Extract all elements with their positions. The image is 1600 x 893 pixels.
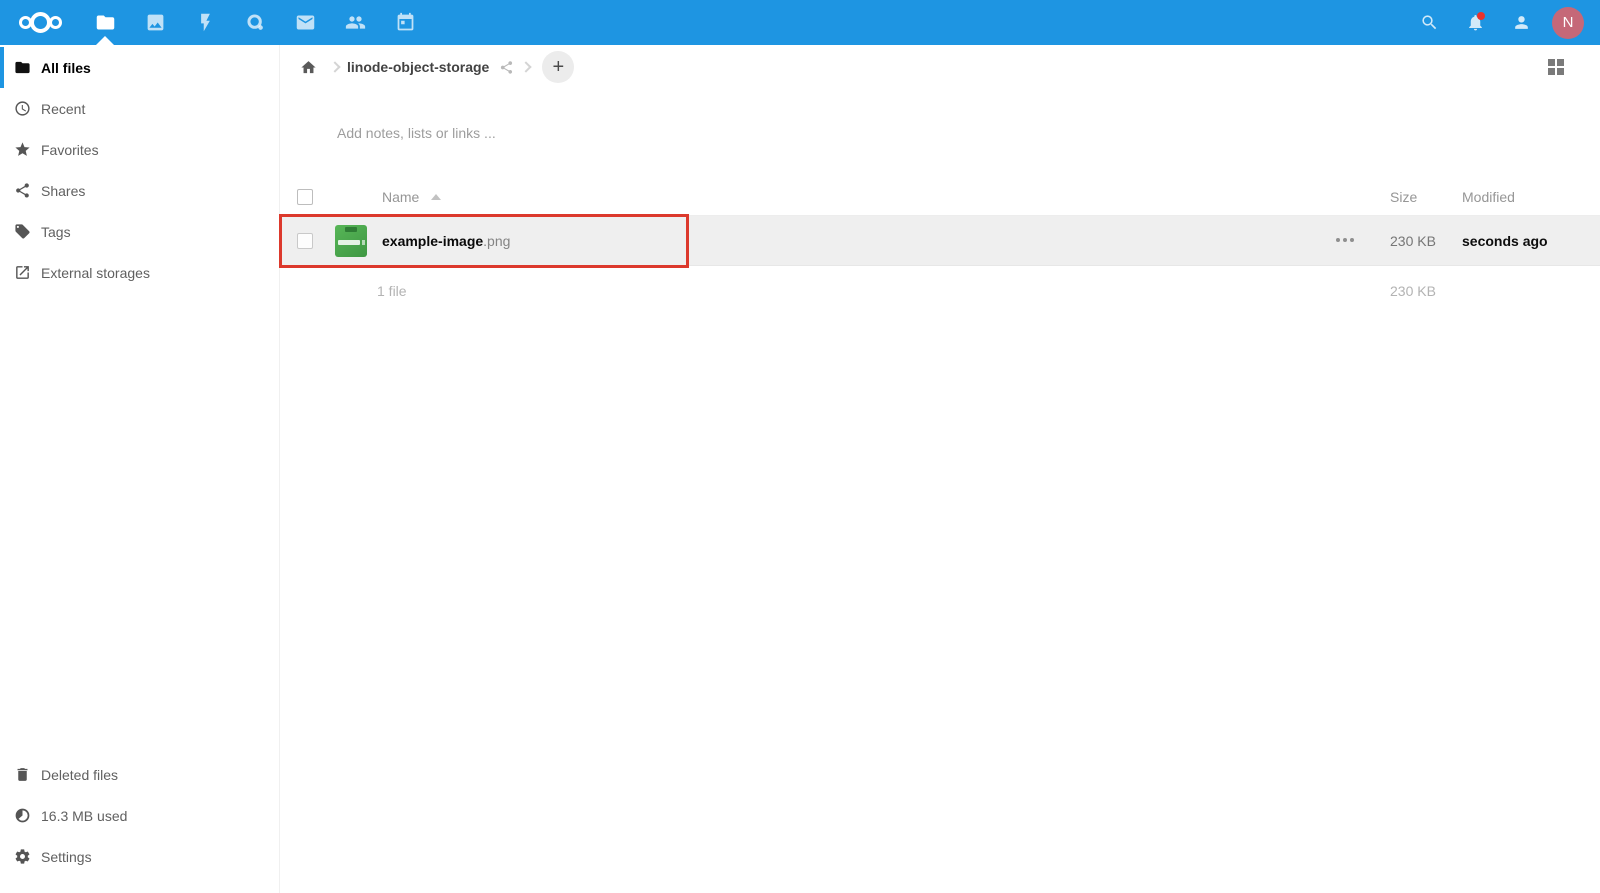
app-files[interactable] <box>80 0 130 45</box>
breadcrumb-home-button[interactable] <box>293 52 323 82</box>
photos-icon <box>145 12 166 33</box>
sidebar-item-label: Shares <box>41 183 85 199</box>
sidebar-item-quota[interactable]: 16.3 MB used <box>0 795 279 836</box>
sort-ascending-icon <box>431 194 441 200</box>
table-summary-row: 1 file 230 KB <box>280 266 1600 316</box>
top-bar: N <box>0 0 1600 45</box>
sidebar-item-label: Settings <box>41 849 92 865</box>
external-link-icon <box>14 264 31 281</box>
grid-square <box>1557 68 1564 75</box>
star-icon <box>14 141 31 158</box>
contacts-menu-button[interactable] <box>1498 0 1544 45</box>
logo-ring-center <box>30 12 51 33</box>
app-activity[interactable] <box>180 0 230 45</box>
file-modified: seconds ago <box>1450 233 1600 249</box>
sidebar-item-settings[interactable]: Settings <box>0 836 279 877</box>
sidebar-item-all-files[interactable]: All files <box>0 47 279 88</box>
folder-icon <box>95 12 116 33</box>
active-app-pointer <box>96 36 114 45</box>
sidebar-item-label: 16.3 MB used <box>41 808 127 824</box>
notifications-button[interactable] <box>1452 0 1498 45</box>
name-header-label: Name <box>382 189 419 205</box>
topbar-right: N <box>1406 0 1600 45</box>
file-size: 230 KB <box>1370 233 1450 249</box>
select-all-cell <box>280 189 335 205</box>
sidebar-item-shares[interactable]: Shares <box>0 170 279 211</box>
row-select-cell <box>280 233 335 249</box>
circle-q-icon <box>245 12 266 33</box>
sidebar-item-recent[interactable]: Recent <box>0 88 279 129</box>
sort-by-name[interactable]: Name <box>382 189 441 205</box>
breadcrumb-share-button[interactable] <box>499 60 514 75</box>
sidebar-item-label: All files <box>41 60 91 76</box>
breadcrumb: linode-object-storage + <box>280 45 1600 89</box>
chevron-right-icon <box>329 61 340 72</box>
app-photos[interactable] <box>130 0 180 45</box>
user-avatar[interactable]: N <box>1552 7 1584 39</box>
sidebar-item-label: Favorites <box>41 142 99 158</box>
table-header-row: Name Size Modified <box>280 178 1600 216</box>
tag-icon <box>14 223 31 240</box>
more-actions-button[interactable] <box>1332 232 1358 248</box>
search-button[interactable] <box>1406 0 1452 45</box>
file-count: 1 file <box>377 283 407 299</box>
envelope-icon <box>295 12 316 33</box>
sidebar-item-favorites[interactable]: Favorites <box>0 129 279 170</box>
new-file-button[interactable]: + <box>542 51 574 83</box>
sidebar-item-tags[interactable]: Tags <box>0 211 279 252</box>
sidebar-item-external-storages[interactable]: External storages <box>0 252 279 293</box>
thumbnail-detail <box>345 227 357 232</box>
file-extension: .png <box>483 233 510 249</box>
notes-input[interactable]: Add notes, lists or links ... <box>337 125 1600 145</box>
select-all-checkbox[interactable] <box>297 189 313 205</box>
file-thumbnail <box>335 225 367 257</box>
thumbnail-detail <box>338 240 360 245</box>
folder-icon <box>14 59 31 76</box>
app-contacts[interactable] <box>330 0 380 45</box>
nextcloud-logo[interactable] <box>0 0 80 45</box>
quota-pie-icon <box>14 807 31 824</box>
trash-icon <box>14 766 31 783</box>
thumbnail-detail <box>362 240 365 245</box>
file-name-cell[interactable]: example-image.png <box>335 225 1320 257</box>
home-icon <box>300 59 317 76</box>
file-name: example-image <box>382 233 483 249</box>
name-header-cell: Name <box>335 189 1320 205</box>
app-circles[interactable] <box>230 0 280 45</box>
total-size: 230 KB <box>1370 283 1450 299</box>
file-row-example-image[interactable]: example-image.png 230 KB seconds ago <box>280 216 1600 266</box>
files-sidebar: All files Recent Favorites Shares Tags E… <box>0 45 280 893</box>
app-calendar[interactable] <box>380 0 430 45</box>
gear-icon <box>14 848 31 865</box>
row-actions-cell <box>1320 232 1370 250</box>
modified-header[interactable]: Modified <box>1450 189 1600 205</box>
sidebar-item-label: Recent <box>41 101 85 117</box>
sidebar-item-deleted-files[interactable]: Deleted files <box>0 754 279 795</box>
row-checkbox[interactable] <box>297 233 313 249</box>
sidebar-item-label: External storages <box>41 265 150 281</box>
file-table: Name Size Modified <box>280 178 1600 316</box>
summary-count-cell: 1 file <box>335 283 1320 299</box>
sidebar-item-label: Tags <box>41 224 71 240</box>
people-icon <box>345 12 366 33</box>
grid-square <box>1548 59 1555 66</box>
grid-view-toggle[interactable] <box>1548 59 1564 75</box>
lightning-icon <box>195 12 216 33</box>
notification-badge <box>1477 12 1485 20</box>
size-header[interactable]: Size <box>1370 189 1450 205</box>
sidebar-item-label: Deleted files <box>41 767 118 783</box>
calendar-icon <box>395 12 416 33</box>
breadcrumb-folder[interactable]: linode-object-storage <box>347 59 489 75</box>
grid-square <box>1548 68 1555 75</box>
clock-icon <box>14 100 31 117</box>
sidebar-bottom: Deleted files 16.3 MB used Settings <box>0 754 279 893</box>
files-content: linode-object-storage + Add notes, lists… <box>280 45 1600 893</box>
grid-square <box>1557 59 1564 66</box>
search-icon <box>1420 13 1439 32</box>
share-icon <box>14 182 31 199</box>
chevron-right-icon <box>521 61 532 72</box>
share-icon <box>499 60 514 75</box>
app-mail[interactable] <box>280 0 330 45</box>
contacts-menu-icon <box>1512 13 1531 32</box>
